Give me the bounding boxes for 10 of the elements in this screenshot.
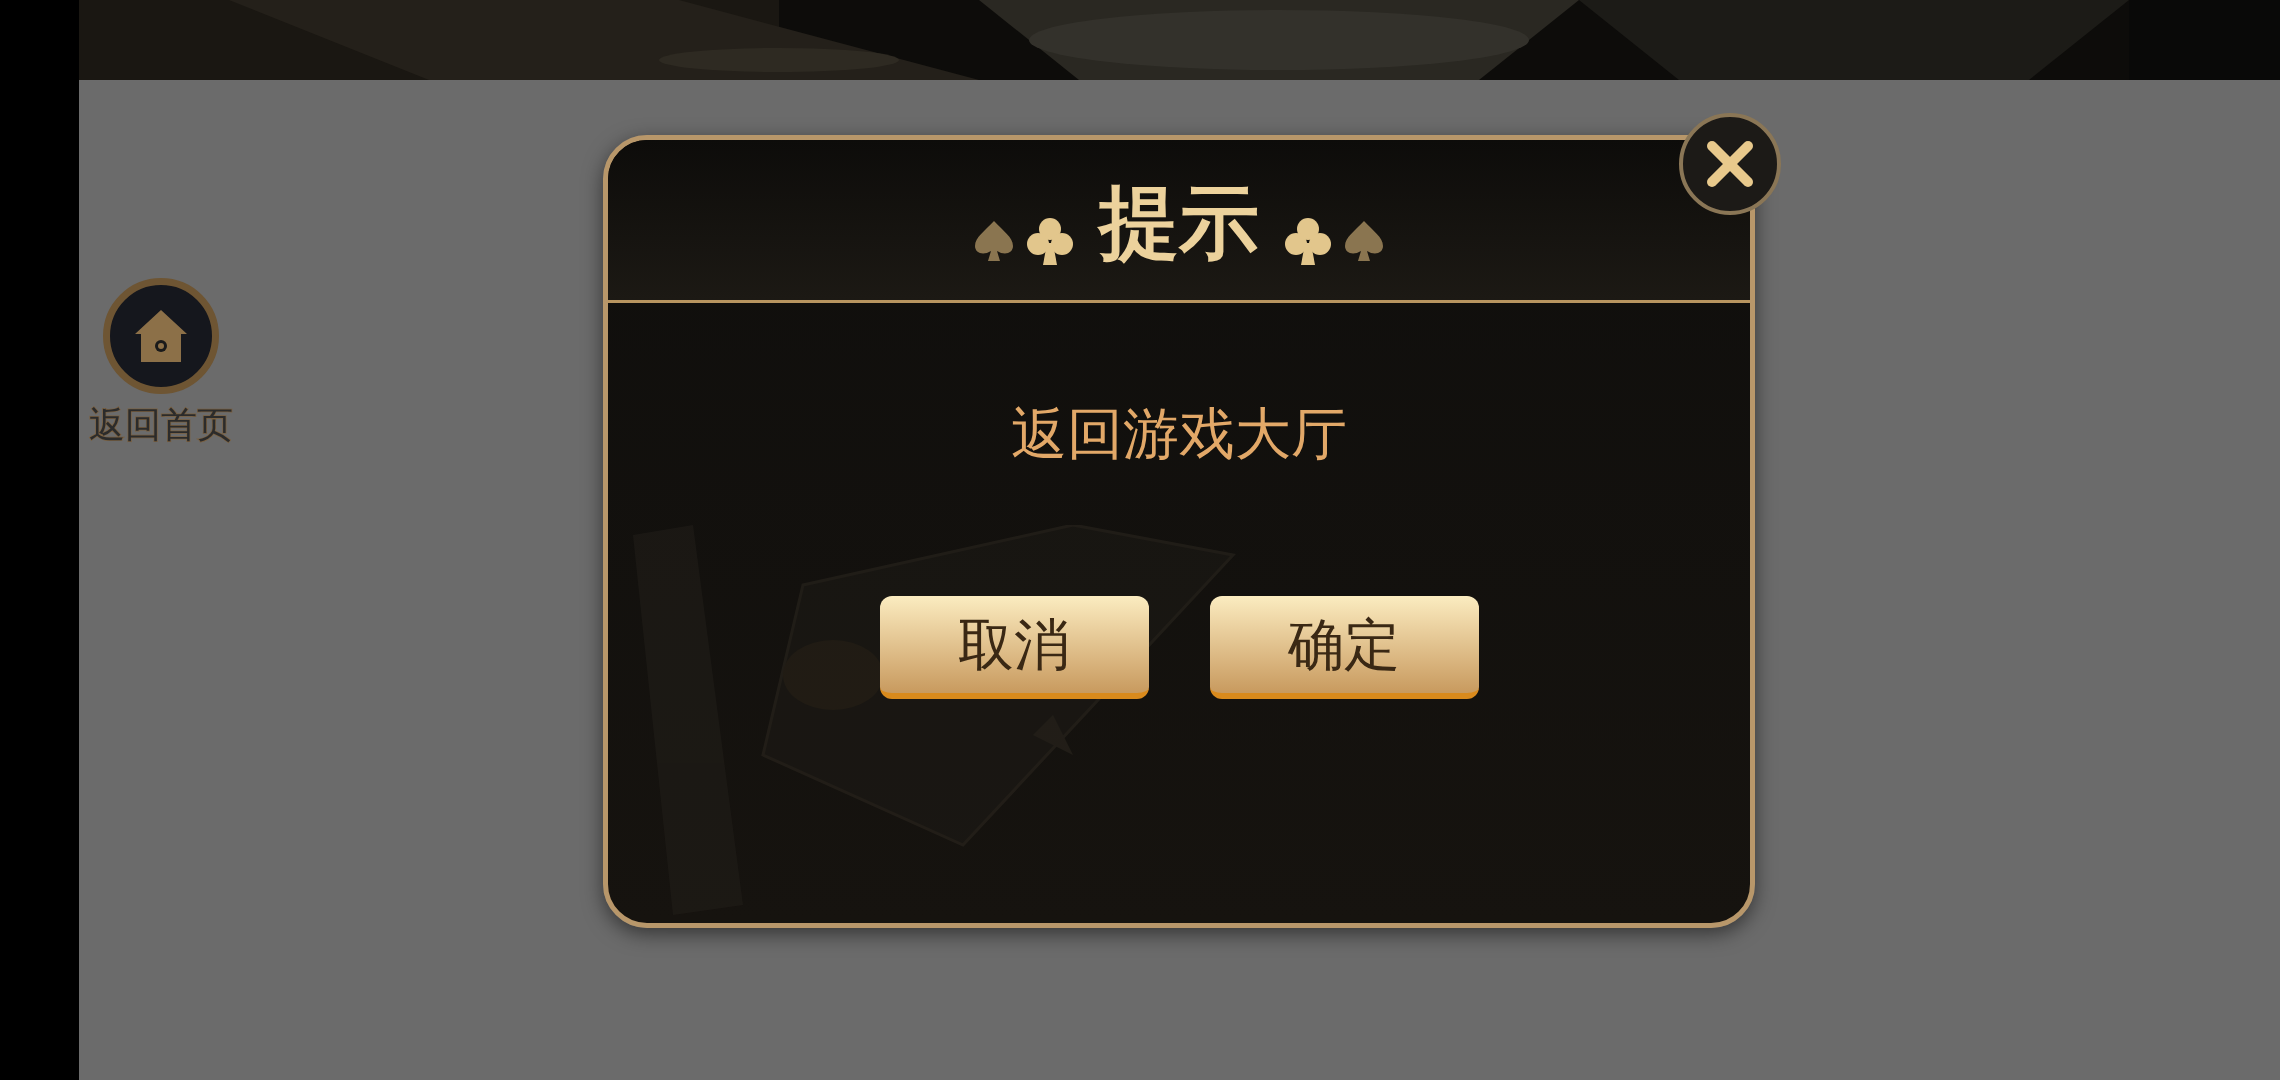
dialog-message: 返回游戏大厅 <box>1011 400 1347 468</box>
home-label: 返回首页 <box>89 404 233 446</box>
close-icon <box>1705 139 1755 189</box>
club-icon <box>1285 217 1331 265</box>
spade-icon <box>1345 221 1383 261</box>
dialog-button[interactable]: 取消 <box>879 596 1149 699</box>
dialog-title: 提示 <box>1099 175 1259 271</box>
club-icon <box>1027 217 1073 265</box>
dialog-button[interactable]: 确定 <box>1209 596 1479 699</box>
spade-icon <box>975 221 1013 261</box>
